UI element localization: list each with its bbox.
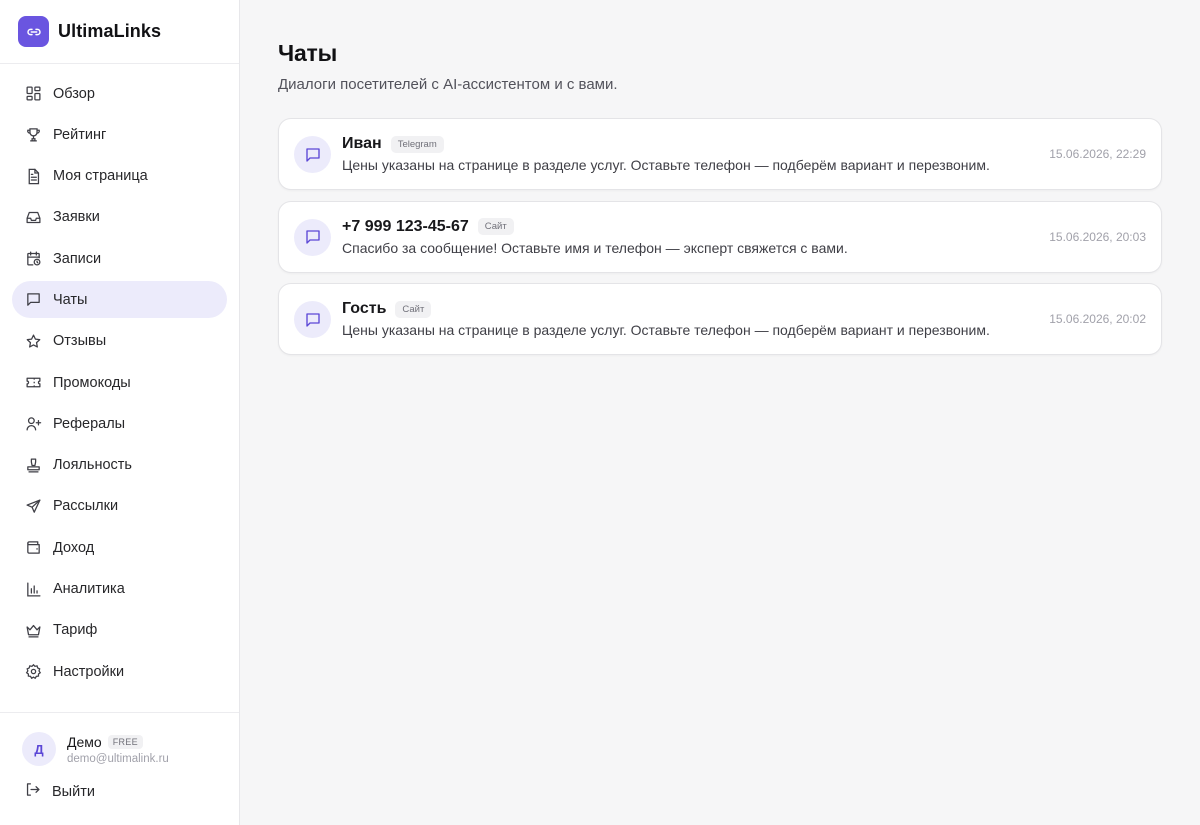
sidebar-item-label: Обзор [53, 85, 95, 102]
link-icon [18, 16, 49, 47]
logout-icon [24, 781, 41, 803]
brand[interactable]: UltimaLinks [0, 0, 239, 64]
chat-body: Иван Telegram Цены указаны на странице в… [342, 135, 990, 173]
inbox-icon [24, 208, 42, 226]
file-text-icon [24, 167, 42, 185]
sidebar-item-label: Лояльность [53, 457, 132, 474]
logout-label: Выйти [52, 784, 95, 800]
sidebar-nav: Обзор Рейтинг Моя страница Заявки Записи [0, 64, 239, 690]
chat-last-message: Цены указаны на странице в разделе услуг… [342, 322, 990, 338]
chat-last-message: Цены указаны на странице в разделе услуг… [342, 157, 990, 173]
chat-icon [294, 136, 331, 173]
user-email: demo@ultimalink.ru [67, 752, 169, 765]
sidebar-item-mailings[interactable]: Рассылки [12, 488, 227, 525]
avatar: Д [22, 732, 56, 766]
chat-timestamp: 15.06.2026, 22:29 [1049, 147, 1146, 161]
chat-last-message: Спасибо за сообщение! Оставьте имя и тел… [342, 239, 848, 256]
bar-chart-icon [24, 580, 42, 598]
chat-source-badge: Сайт [395, 300, 432, 318]
chat-item[interactable]: +7 999 123-45-67 Сайт Спасибо за сообщен… [278, 200, 1162, 273]
chat-name: Гость [342, 300, 387, 317]
sidebar-item-label: Чаты [53, 291, 88, 308]
stamp-icon [24, 456, 42, 474]
user-profile[interactable]: Д Демо FREE demo@ultimalink.ru [0, 713, 239, 766]
sidebar-item-loyalty[interactable]: Лояльность [12, 447, 227, 484]
dashboard-icon [24, 85, 42, 103]
trophy-icon [24, 126, 42, 144]
chat-icon [294, 218, 331, 256]
chat-head: +7 999 123-45-67 Сайт [342, 218, 848, 236]
star-icon [24, 332, 42, 350]
sidebar-item-label: Аналитика [53, 581, 125, 598]
sidebar-item-label: Доход [53, 539, 95, 556]
ticket-icon [24, 374, 42, 392]
sidebar-item-label: Записи [53, 250, 102, 267]
chat-item[interactable]: Иван Telegram Цены указаны на странице в… [278, 118, 1162, 190]
sidebar-item-label: Рассылки [53, 498, 119, 515]
sidebar-item-bookings[interactable]: Записи [12, 240, 227, 277]
plan-badge: FREE [107, 734, 143, 749]
chat-icon [294, 301, 331, 338]
chat-source-badge: Сайт [477, 218, 514, 235]
brand-name: UltimaLinks [58, 21, 162, 41]
chat-source-badge: Telegram [390, 135, 444, 153]
user-block: Д Демо FREE demo@ultimalink.ru Выйти [0, 712, 239, 825]
wallet-icon [24, 539, 42, 557]
chat-head: Гость Сайт [342, 300, 990, 318]
page-subtitle: Диалоги посетителей с AI-ассистентом и с… [278, 76, 618, 93]
sidebar-item-my-page[interactable]: Моя страница [12, 158, 227, 195]
sidebar-item-rating[interactable]: Рейтинг [12, 116, 227, 153]
sidebar-item-label: Заявки [53, 209, 100, 226]
sidebar-item-label: Рефералы [53, 415, 126, 432]
main-content: Чаты Диалоги посетителей с AI-ассистенто… [278, 0, 1162, 366]
sidebar: UltimaLinks Обзор Рейтинг Моя страница З… [0, 0, 240, 825]
sidebar-item-label: Отзывы [53, 333, 107, 350]
sidebar-item-tariff[interactable]: Тариф [12, 612, 227, 649]
calendar-clock-icon [24, 250, 42, 268]
chat-body: Гость Сайт Цены указаны на странице в ра… [342, 300, 990, 338]
user-info: Демо FREE demo@ultimalink.ru [67, 734, 169, 765]
chat-name: +7 999 123-45-67 [342, 217, 469, 235]
sidebar-item-referrals[interactable]: Рефералы [12, 405, 227, 442]
sidebar-item-chats[interactable]: Чаты [12, 281, 227, 319]
chat-head: Иван Telegram [342, 135, 990, 153]
sidebar-item-label: Моя страница [53, 168, 148, 185]
page-title: Чаты [278, 40, 338, 66]
send-icon [24, 497, 42, 515]
sidebar-item-settings[interactable]: Настройки [12, 653, 227, 690]
sidebar-item-label: Промокоды [53, 374, 131, 391]
user-name: Демо [67, 733, 102, 750]
sidebar-item-overview[interactable]: Обзор [12, 75, 227, 112]
chat-body: +7 999 123-45-67 Сайт Спасибо за сообщен… [342, 218, 848, 256]
logout-button[interactable]: Выйти [0, 766, 239, 803]
sidebar-item-analytics[interactable]: Аналитика [12, 571, 227, 608]
chat-list: Иван Telegram Цены указаны на странице в… [278, 118, 1162, 355]
sidebar-item-reviews[interactable]: Отзывы [12, 323, 227, 360]
sidebar-item-promocodes[interactable]: Промокоды [12, 364, 227, 401]
user-name-row: Демо FREE [67, 734, 169, 750]
chat-timestamp: 15.06.2026, 20:02 [1049, 312, 1146, 326]
crown-icon [24, 621, 42, 639]
sidebar-item-label: Настройки [53, 663, 125, 680]
sidebar-item-label: Рейтинг [53, 126, 107, 143]
chat-icon [24, 291, 42, 309]
sidebar-item-requests[interactable]: Заявки [12, 199, 227, 236]
chat-item[interactable]: Гость Сайт Цены указаны на странице в ра… [278, 283, 1162, 355]
user-plus-icon [24, 415, 42, 433]
chat-timestamp: 15.06.2026, 20:03 [1049, 229, 1146, 244]
gear-icon [24, 663, 42, 681]
sidebar-item-label: Тариф [53, 622, 98, 639]
chat-name: Иван [342, 135, 382, 152]
sidebar-item-income[interactable]: Доход [12, 529, 227, 566]
